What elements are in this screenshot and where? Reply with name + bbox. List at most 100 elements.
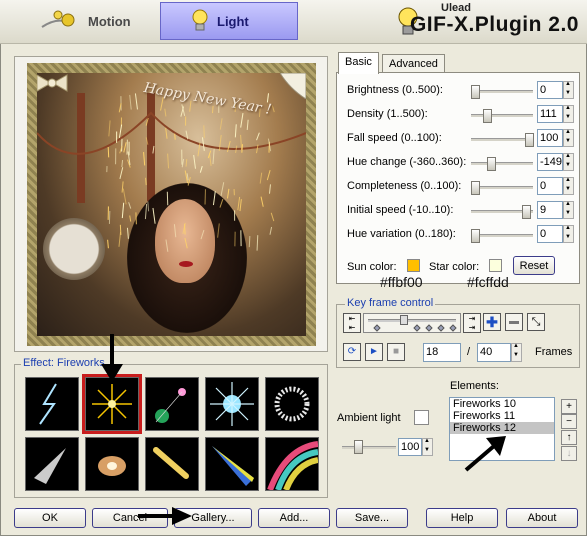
tab-light-label: Light bbox=[217, 13, 249, 29]
sun-color-swatch[interactable] bbox=[407, 259, 420, 272]
spark bbox=[167, 153, 170, 169]
param-slider[interactable] bbox=[471, 181, 533, 195]
remove-keyframe-button[interactable]: ▬ bbox=[505, 313, 523, 331]
element-add-button[interactable]: + bbox=[561, 399, 577, 414]
param-value-field[interactable]: 0 bbox=[537, 81, 563, 99]
about-button[interactable]: About bbox=[506, 508, 578, 528]
param-slider[interactable] bbox=[471, 157, 533, 171]
star-hex-label: #fcffdd bbox=[467, 274, 509, 290]
add-button[interactable]: Add... bbox=[258, 508, 330, 528]
param-slider[interactable] bbox=[471, 229, 533, 243]
param-spinner[interactable] bbox=[563, 105, 574, 123]
param-slider[interactable] bbox=[471, 133, 534, 147]
ambient-light-label: Ambient light bbox=[337, 412, 401, 424]
param-slider-knob[interactable] bbox=[471, 229, 480, 243]
tab-motion[interactable]: Motion bbox=[40, 2, 160, 40]
param-slider[interactable] bbox=[471, 205, 533, 219]
param-slider-knob[interactable] bbox=[525, 133, 534, 147]
reset-button[interactable]: Reset bbox=[513, 256, 555, 275]
add-keyframe-button[interactable]: ✚ bbox=[483, 313, 501, 331]
save-button[interactable]: Save... bbox=[336, 508, 408, 528]
element-move-up-button[interactable]: ↑ bbox=[561, 430, 577, 445]
current-frame-field[interactable]: 18 bbox=[423, 343, 461, 362]
right-arrow-annotation bbox=[138, 507, 192, 525]
tab-light[interactable]: Light bbox=[160, 2, 298, 40]
frame-timeline[interactable] bbox=[363, 313, 461, 333]
tab-advanced[interactable]: Advanced bbox=[382, 54, 445, 74]
param-slider[interactable] bbox=[471, 85, 533, 99]
param-value-field[interactable]: 9 bbox=[537, 201, 563, 219]
effect-thumb-lens-flare[interactable] bbox=[145, 377, 199, 431]
edit-keyframe-button[interactable]: ⤡ bbox=[527, 313, 545, 331]
ambient-slider-knob[interactable] bbox=[354, 440, 363, 454]
param-slider[interactable] bbox=[471, 109, 533, 123]
effect-thumb-star-burst[interactable] bbox=[205, 377, 259, 431]
fireworks-icon bbox=[92, 384, 132, 424]
effect-thumb-beam[interactable] bbox=[205, 437, 259, 491]
total-frames-field[interactable]: 40 bbox=[477, 343, 511, 362]
star-color-swatch[interactable] bbox=[489, 259, 502, 272]
param-value-field[interactable]: 100 bbox=[537, 129, 563, 147]
ok-button[interactable]: OK bbox=[14, 508, 86, 528]
down-arrow-annotation bbox=[101, 334, 123, 382]
first-frame-button[interactable]: ⇤ ⇤ bbox=[343, 313, 361, 333]
list-item[interactable]: Fireworks 12 bbox=[450, 422, 554, 434]
list-item[interactable]: Fireworks 10 bbox=[450, 398, 554, 410]
effect-thumb-rainbow[interactable] bbox=[265, 437, 319, 492]
param-value-field[interactable]: 111 bbox=[537, 105, 563, 123]
spark bbox=[199, 165, 203, 173]
param-label: Completeness (0..100): bbox=[347, 180, 462, 192]
diagonal-arrow-annotation bbox=[464, 436, 506, 472]
spark bbox=[118, 124, 123, 138]
spark bbox=[185, 159, 188, 167]
star-color-label: Star color: bbox=[429, 261, 480, 273]
ribbon-bow-icon bbox=[37, 74, 68, 92]
param-spinner[interactable] bbox=[563, 201, 574, 219]
effect-thumb-glow[interactable] bbox=[85, 437, 139, 491]
spark bbox=[271, 105, 275, 113]
param-value-field[interactable]: -149 bbox=[537, 153, 563, 171]
spark bbox=[147, 201, 150, 212]
param-spinner[interactable] bbox=[563, 81, 574, 99]
param-row: Fall speed (0..100): 100 bbox=[347, 129, 579, 149]
spark bbox=[164, 108, 167, 117]
spark bbox=[173, 224, 177, 238]
ambient-color-swatch[interactable] bbox=[414, 410, 429, 425]
effect-thumb-fireworks[interactable] bbox=[82, 374, 142, 434]
param-spinner[interactable] bbox=[563, 177, 574, 195]
ambient-light-slider[interactable] bbox=[342, 437, 398, 457]
param-slider-knob[interactable] bbox=[487, 157, 496, 171]
param-label: Hue variation (0..180): bbox=[347, 228, 456, 240]
spark bbox=[260, 196, 264, 207]
tab-basic[interactable]: Basic bbox=[338, 52, 379, 74]
effect-thumb-spotlight[interactable] bbox=[25, 437, 79, 491]
param-spinner[interactable] bbox=[563, 225, 574, 243]
effect-thumb-ring[interactable] bbox=[265, 377, 319, 431]
param-value-field[interactable]: 0 bbox=[537, 225, 563, 243]
param-value-field[interactable]: 0 bbox=[537, 177, 563, 195]
element-move-down-button[interactable]: ↓ bbox=[561, 446, 577, 461]
spark bbox=[234, 124, 237, 138]
loop-button[interactable]: ⟳ bbox=[343, 343, 361, 361]
ambient-slider-track bbox=[342, 446, 396, 449]
stop-button[interactable]: ■ bbox=[387, 343, 405, 361]
param-slider-knob[interactable] bbox=[471, 181, 480, 195]
param-slider-knob[interactable] bbox=[522, 205, 531, 219]
spark bbox=[165, 127, 168, 139]
element-remove-button[interactable]: − bbox=[561, 414, 577, 429]
keyframe-markers bbox=[373, 324, 457, 332]
total-frames-spinner[interactable] bbox=[511, 343, 522, 362]
list-item[interactable]: Fireworks 11 bbox=[450, 410, 554, 422]
spark bbox=[152, 145, 155, 154]
help-button[interactable]: Help bbox=[426, 508, 498, 528]
param-slider-knob[interactable] bbox=[471, 85, 480, 99]
ambient-light-spinner[interactable] bbox=[422, 438, 433, 456]
param-spinner[interactable] bbox=[563, 153, 574, 171]
param-spinner[interactable] bbox=[563, 129, 574, 147]
effect-thumb-lightning[interactable] bbox=[25, 377, 79, 431]
param-slider-knob[interactable] bbox=[483, 109, 492, 123]
play-button[interactable]: ► bbox=[365, 343, 383, 361]
ambient-light-field[interactable]: 100 bbox=[398, 438, 422, 456]
last-frame-button[interactable]: ⇥ ⇥ bbox=[463, 313, 481, 333]
effect-thumb-comet[interactable] bbox=[145, 437, 199, 491]
